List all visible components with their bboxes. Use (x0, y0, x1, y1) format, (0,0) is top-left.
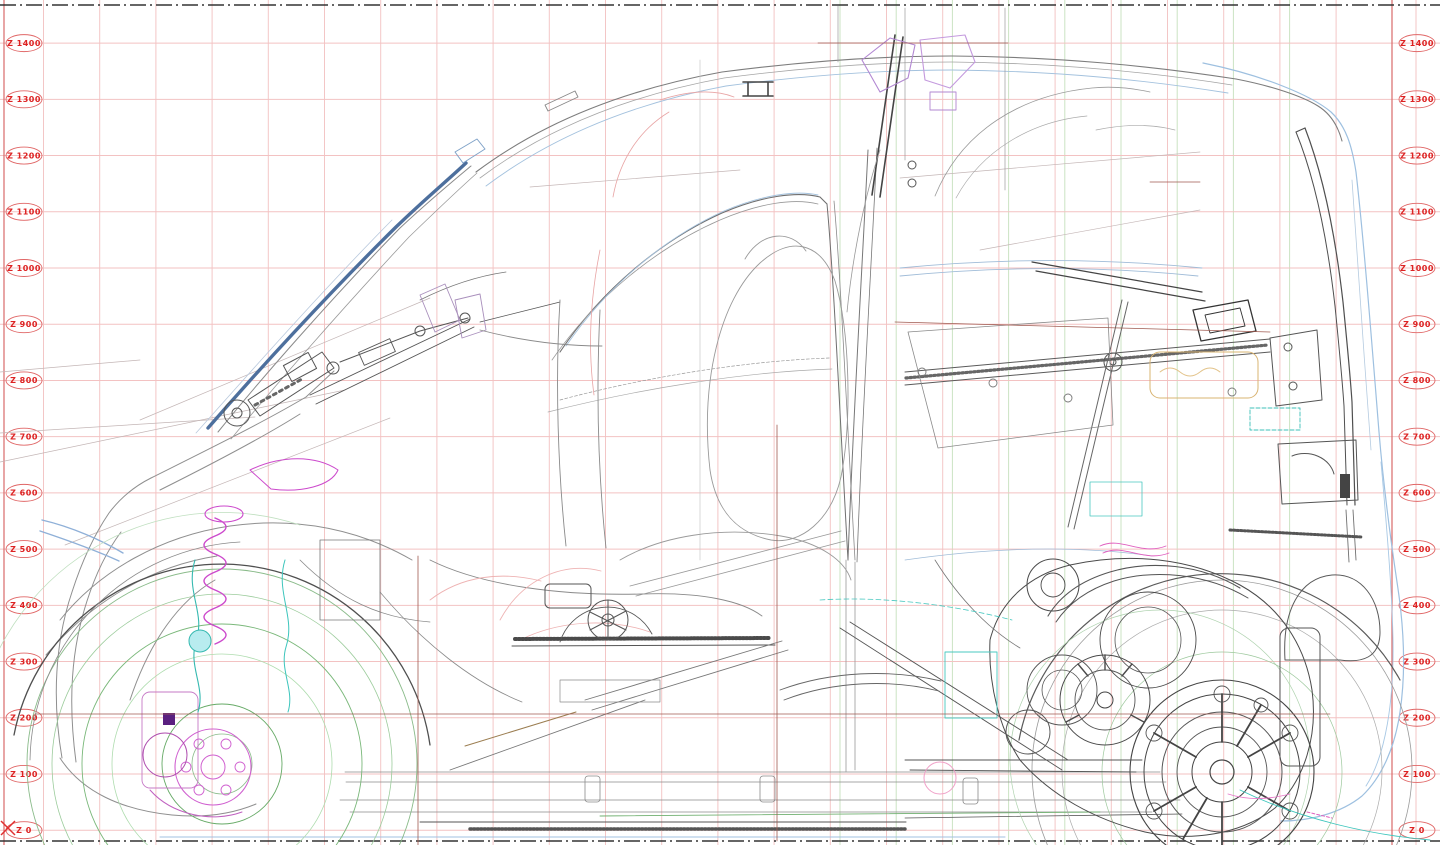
cad-drawing-svg: Z 1400 Z 1400 Z 1300 Z 1300 Z 1200 Z 1200 Z 11… (0, 0, 1440, 845)
rear-wheel-arch (1019, 574, 1400, 740)
z-label-right-1100: Z 1100 (1400, 208, 1434, 217)
z-label-left-600: Z 600 (10, 489, 38, 498)
z-label-right-0: Z 0 (1409, 826, 1425, 835)
z-label-left-900: Z 900 (10, 320, 38, 329)
z-label-left-400: Z 400 (10, 601, 38, 610)
z-label-left-100: Z 100 (10, 770, 38, 779)
z-label-left-500: Z 500 (10, 545, 38, 554)
z-label-left-700: Z 700 (10, 432, 38, 441)
dashboard (430, 300, 762, 616)
z-label-right-1000: Z 1000 (1400, 264, 1434, 273)
mirror-bracket (420, 284, 486, 338)
headlamp-outline (40, 520, 123, 561)
z-label-right-1200: Z 1200 (1400, 151, 1434, 160)
car-wireframe-layer (0, 6, 1430, 845)
pillar-and-hinges (700, 6, 1175, 562)
cowl-mechanism (224, 272, 560, 426)
front-wheel (0, 513, 430, 845)
z-label-right-700: Z 700 (1403, 432, 1431, 441)
z-label-right-1300: Z 1300 (1400, 95, 1434, 104)
z-label-left-1200: Z 1200 (7, 151, 41, 160)
z-label-left-300: Z 300 (10, 657, 38, 666)
z-label-left-1400: Z 1400 (7, 39, 41, 48)
construction-lines (0, 152, 1200, 545)
door-frame (548, 193, 855, 560)
z-label-left-1300: Z 1300 (7, 95, 41, 104)
z-label-right-600: Z 600 (1403, 489, 1431, 498)
windshield-and-wiper (196, 139, 485, 439)
z-label-right-300: Z 300 (1403, 657, 1431, 666)
z-label-right-400: Z 400 (1403, 601, 1431, 610)
roof (476, 56, 1236, 186)
z-label-right-100: Z 100 (1403, 770, 1431, 779)
rear-cabin-structure (846, 261, 1362, 773)
purple-marker (163, 713, 175, 725)
hub-flange (175, 729, 251, 805)
z-label-left-800: Z 800 (10, 376, 38, 385)
cad-canvas: Z 1400 Z 1400 Z 1300 Z 1300 Z 1200 Z 1200 Z 11… (0, 0, 1440, 845)
z-label-right-800: Z 800 (1403, 376, 1431, 385)
cyan-bushing (189, 630, 211, 652)
z-label-left-1100: Z 1100 (7, 208, 41, 217)
floor-sill (160, 592, 1182, 837)
front-body (46, 371, 412, 816)
z-label-left-1000: Z 1000 (7, 264, 41, 273)
door-swing-arcs (591, 92, 734, 395)
z-label-right-200: Z 200 (1403, 714, 1431, 723)
seat-rail-and-motor (450, 584, 788, 770)
front-suspension (142, 459, 430, 817)
rear-powertrain (780, 558, 1430, 845)
reference-grid-layer: Z 1400 Z 1400 Z 1300 Z 1300 Z 1200 Z 1200 Z 11… (0, 0, 1440, 845)
z-label-left-0: Z 0 (16, 826, 32, 835)
z-label-right-900: Z 900 (1403, 320, 1431, 329)
z-label-right-1400: Z 1400 (1400, 39, 1434, 48)
datum-lines (35, 43, 1330, 845)
z-label-right-500: Z 500 (1403, 545, 1431, 554)
